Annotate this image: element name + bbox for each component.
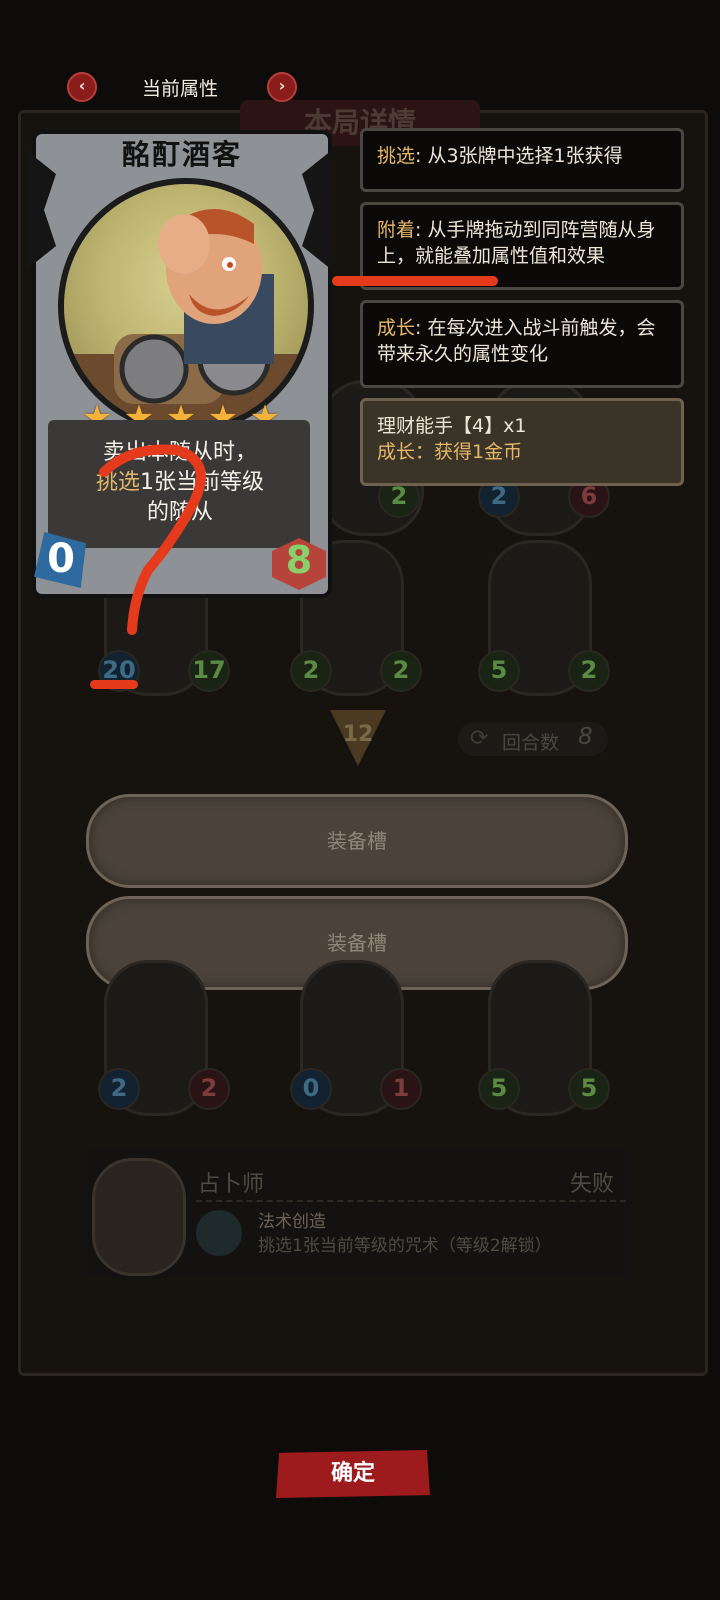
keyword: 附着 (377, 219, 416, 241)
card-attack: 0 (47, 536, 75, 582)
divider (196, 1200, 626, 1202)
minion-health-badge: 17 (188, 650, 230, 692)
confirm-button[interactable]: 确定 (276, 1450, 430, 1498)
keyword-desc: : 从手牌拖动到同阵营随从身上，就能叠加属性值和效果 (377, 219, 656, 267)
keyword-desc: : 从3张牌中选择1张获得 (415, 145, 623, 167)
minion-attack-badge: 2 (290, 650, 332, 692)
minion-health-badge: 2 (380, 650, 422, 692)
bonus-title: 理财能手【4】x1 (377, 415, 527, 437)
tier-number: 12 (342, 722, 374, 747)
annotation-underline (332, 276, 498, 286)
round-value: 8 (578, 724, 593, 750)
minion-portrait (58, 178, 314, 434)
skill-icon[interactable] (196, 1210, 242, 1256)
bonus-effect: 成长：获得1金币 (377, 439, 667, 465)
minion-health-badge: 2 (188, 1068, 230, 1110)
keyword: 成长 (377, 317, 416, 339)
keyword-panel-select: 挑选: 从3张牌中选择1张获得 (360, 128, 684, 192)
refresh-icon: ⟳ (470, 726, 489, 751)
annotation-question-mark (99, 444, 206, 635)
keyword-panel-growth: 成长: 在每次进入战斗前触发，会带来永久的属性变化 (360, 300, 684, 388)
prev-arrow-icon[interactable]: ‹ (67, 72, 97, 102)
round-label: 回合数 (502, 732, 560, 754)
bonus-panel: 理财能手【4】x1 成长：获得1金币 (360, 398, 684, 486)
minion-health-badge: 5 (568, 1068, 610, 1110)
card-name: 酩酊酒客 (121, 138, 242, 171)
card-health: 8 (285, 538, 313, 582)
minion-attack-badge: 5 (478, 650, 520, 692)
skill-name: 法术创造 (258, 1212, 326, 1232)
keyword: 挑选 (377, 145, 416, 167)
keyword-desc: : 在每次进入战斗前触发，会带来永久的属性变化 (377, 317, 656, 365)
minion-health-badge: 1 (380, 1068, 422, 1110)
minion-attack-badge: 0 (290, 1068, 332, 1110)
keyword: 成长： (377, 441, 435, 463)
bonus-effect-text: 获得1金币 (434, 441, 523, 463)
hero-portrait[interactable] (92, 1158, 186, 1276)
hero-skill: 法术创造 挑选1张当前等级的咒术（等级2解锁） (258, 1210, 618, 1258)
header-title: 当前属性 (141, 78, 218, 100)
next-arrow-icon[interactable]: › (267, 72, 297, 102)
equipment-slot[interactable]: 装备槽 (86, 794, 628, 888)
annotation-underline (90, 680, 138, 689)
minion-attack-badge: 2 (98, 1068, 140, 1110)
hero-status: 失败 (570, 1172, 615, 1197)
hero-name: 占卜师 (198, 1172, 265, 1197)
drunk-patron-illustration (64, 209, 308, 428)
skill-desc: 挑选1张当前等级的咒术（等级2解锁） (258, 1236, 552, 1256)
minion-health-badge: 2 (568, 650, 610, 692)
minion-attack-badge: 5 (478, 1068, 520, 1110)
